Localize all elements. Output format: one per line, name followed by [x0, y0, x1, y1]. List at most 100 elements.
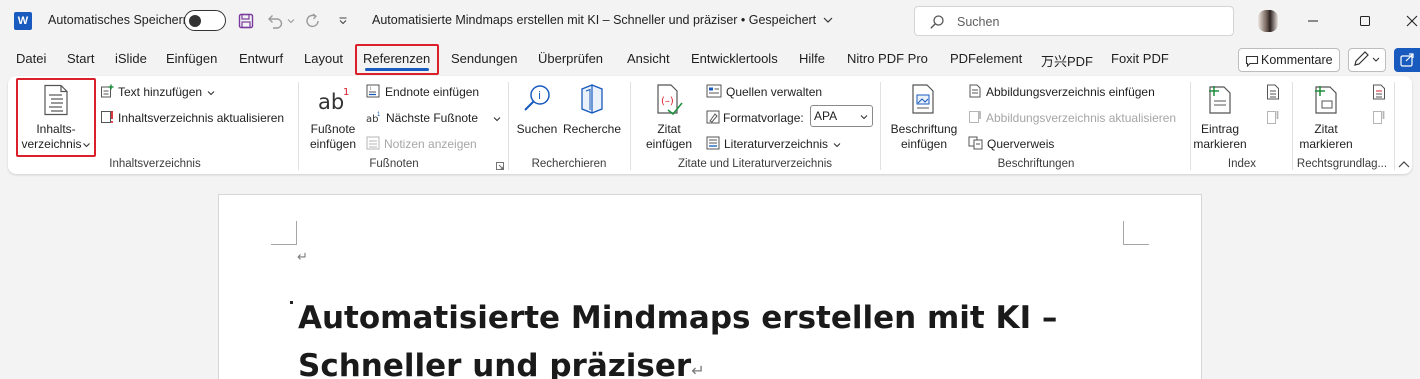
ribbon: Inhalts-verzeichnis Text hinzufügen Inha…	[8, 76, 1412, 174]
group-separator	[630, 82, 631, 170]
active-tab-indicator	[365, 68, 429, 71]
group-separator	[1292, 82, 1293, 170]
autosave-toggle[interactable]	[184, 10, 226, 31]
tab-start[interactable]: Start	[67, 51, 94, 66]
caption-icon	[912, 84, 934, 114]
insert-footnote-label: Fußnote einfügen	[309, 122, 357, 151]
autosave-label: Automatisches Speichern	[48, 13, 190, 27]
collapse-ribbon-icon[interactable]	[1398, 160, 1410, 168]
toggle-knob	[189, 14, 201, 27]
insert-index-icon[interactable]	[1266, 84, 1280, 100]
search-placeholder: Suchen	[957, 15, 1000, 29]
update-toc-button[interactable]: Inhaltsverzeichnis aktualisieren	[100, 110, 284, 125]
style-select[interactable]: APA	[810, 105, 873, 127]
update-toc-icon	[101, 111, 113, 123]
insert-table-of-authorities-icon[interactable]	[1372, 84, 1386, 100]
toc-button[interactable]: Inhalts-verzeichnis	[18, 80, 94, 155]
research-books-icon	[581, 84, 603, 114]
tab-layout[interactable]: Layout	[304, 51, 343, 66]
margin-corner-marker	[271, 221, 297, 245]
style-select-value: APA	[814, 109, 838, 123]
editing-mode-button[interactable]	[1348, 48, 1386, 72]
tab-sendungen[interactable]: Sendungen	[451, 51, 518, 66]
group-label-footnotes: Fußnoten	[369, 158, 419, 170]
show-notes-button[interactable]: Notizen anzeigen	[366, 136, 477, 151]
save-icon[interactable]	[236, 11, 256, 31]
style-icon	[706, 110, 720, 124]
tab-referenzen[interactable]: Referenzen	[363, 51, 430, 66]
mark-entry-label: Eintrag markieren	[1193, 122, 1247, 151]
add-text-button[interactable]: Text hinzufügen	[100, 84, 215, 99]
insert-endnote-button[interactable]: i Endnote einfügen	[366, 84, 479, 99]
mark-citation-button[interactable]: Zitat markieren	[1296, 80, 1356, 155]
group-label-toc: Inhaltsverzeichnis	[109, 158, 201, 170]
bibliography-button[interactable]: Literaturverzeichnis	[706, 136, 841, 151]
heading-line-2: Schneller und präziser↵	[298, 348, 705, 379]
insert-table-of-figures-button[interactable]: Abbildungsverzeichnis einfügen	[968, 84, 1155, 99]
update-index-icon[interactable]	[1266, 110, 1280, 126]
mark-entry-icon	[1209, 86, 1231, 114]
manage-sources-icon	[706, 84, 722, 98]
customize-toolbar-icon[interactable]	[336, 11, 350, 31]
comment-icon	[1245, 55, 1259, 67]
update-table-of-figures-button[interactable]: Abbildungsverzeichnis aktualisieren	[968, 110, 1176, 125]
undo-icon[interactable]	[264, 11, 286, 31]
insert-citation-button[interactable]: (–) Zitat einfügen	[636, 80, 702, 155]
chevron-down-icon	[823, 17, 833, 23]
share-button[interactable]	[1394, 48, 1420, 72]
tab-einfuegen[interactable]: Einfügen	[166, 51, 217, 66]
maximize-icon[interactable]	[1354, 10, 1376, 32]
endnote-icon: i	[366, 84, 380, 98]
margin-corner-marker	[1123, 221, 1149, 245]
footnote-icon: ab1	[318, 87, 349, 114]
avatar[interactable]	[1258, 10, 1278, 32]
comments-button[interactable]: Kommentare	[1238, 48, 1340, 72]
tab-wanxing-pdf[interactable]: 万兴PDF	[1041, 51, 1093, 70]
manage-sources-button[interactable]: Quellen verwalten	[706, 84, 822, 99]
close-icon[interactable]	[1401, 10, 1420, 32]
mark-entry-button[interactable]: Eintrag markieren	[1193, 80, 1248, 155]
update-table-icon	[969, 111, 981, 123]
tab-hilfe[interactable]: Hilfe	[799, 51, 825, 66]
word-icon: W	[14, 12, 32, 30]
redo-icon[interactable]	[302, 11, 324, 31]
document-title[interactable]: Automatisierte Mindmaps erstellen mit KI…	[372, 13, 833, 27]
tab-entwicklertools[interactable]: Entwicklertools	[691, 51, 778, 66]
svg-text:i: i	[538, 89, 541, 102]
tab-pdfelement[interactable]: PDFelement	[950, 51, 1022, 66]
group-separator	[508, 82, 509, 170]
cross-reference-icon	[968, 136, 983, 150]
cross-reference-button[interactable]: Querverweis	[968, 136, 1054, 151]
tab-entwurf[interactable]: Entwurf	[239, 51, 283, 66]
tab-ueberpruefen[interactable]: Überprüfen	[538, 51, 603, 66]
tab-nitro-pdf-pro[interactable]: Nitro PDF Pro	[847, 51, 928, 66]
tab-islide[interactable]: iSlide	[115, 51, 147, 66]
menu-tab-bar: Datei Start iSlide Einfügen Entwurf Layo…	[0, 44, 1420, 74]
chevron-down-icon	[208, 91, 215, 96]
tab-foxit-pdf[interactable]: Foxit PDF	[1111, 51, 1169, 66]
group-label-citations: Zitate und Literaturverzeichnis	[677, 158, 833, 170]
svg-text:1: 1	[343, 87, 349, 98]
undo-dropdown-icon[interactable]	[286, 11, 296, 31]
tab-ansicht[interactable]: Ansicht	[627, 51, 670, 66]
research-button[interactable]: Recherche	[562, 80, 622, 155]
dialog-launcher-icon[interactable]	[496, 162, 504, 170]
update-table-of-authorities-icon[interactable]	[1372, 110, 1386, 126]
mark-citation-label: Zitat markieren	[1299, 122, 1353, 151]
group-separator	[1190, 82, 1191, 170]
group-label-index: Index	[1227, 158, 1257, 170]
search-input[interactable]: Suchen	[914, 6, 1234, 36]
group-separator	[298, 82, 299, 170]
title-bar: W Automatisches Speichern Automatisierte…	[0, 0, 1420, 42]
show-notes-icon	[366, 136, 380, 150]
pen-icon	[1354, 51, 1380, 66]
insert-footnote-button[interactable]: ab 1 Fußnote einfügen	[304, 80, 362, 155]
minimize-icon[interactable]	[1302, 10, 1324, 32]
document-heading[interactable]: Automatisierte Mindmaps erstellen mit KI…	[298, 294, 1057, 379]
tab-datei[interactable]: Datei	[16, 51, 46, 66]
next-footnote-button[interactable]: ab 1 Nächste Fußnote	[366, 110, 501, 125]
comments-label: Kommentare	[1261, 53, 1333, 67]
insert-caption-button[interactable]: Beschriftung einfügen	[886, 80, 962, 155]
svg-text:(–): (–)	[661, 96, 674, 107]
search-button[interactable]: i Suchen	[514, 80, 560, 155]
